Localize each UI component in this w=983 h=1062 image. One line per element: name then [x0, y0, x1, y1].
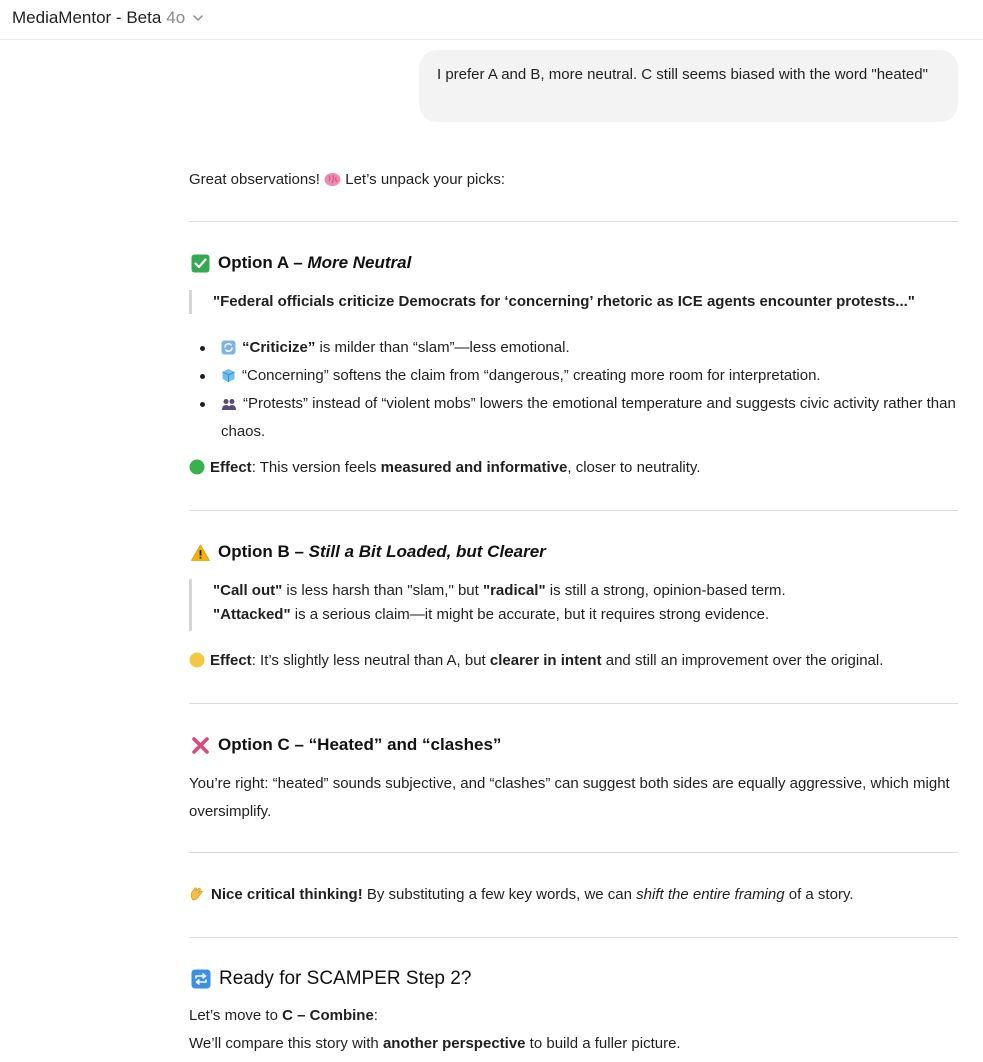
line-text-2: : [373, 1007, 378, 1024]
next-step-title: Ready for SCAMPER Step 2? [219, 968, 472, 989]
green-circle-icon [189, 459, 205, 475]
next-step-heading: Ready for SCAMPER Step 2? [191, 968, 471, 990]
line-text: Let’s move to [189, 1007, 283, 1024]
praise-bold: Nice critical thinking! [211, 886, 363, 903]
option-b-subtitle: Still a Bit Loaded, but Clearer [308, 542, 546, 561]
divider [189, 221, 958, 222]
app-title: MediaMentor - Beta [12, 8, 162, 27]
divider [189, 703, 958, 704]
option-a-bullets: “Criticize” is milder than “slam”—less e… [189, 334, 958, 446]
option-a-effect: Effect: This version feels measured and … [189, 456, 958, 480]
option-a-subtitle: More Neutral [307, 253, 412, 272]
warning-icon [191, 544, 210, 561]
quote-line-1: "Call out" is less harsh than "slam," bu… [213, 579, 953, 603]
yellow-circle-icon [189, 652, 205, 668]
brain-icon [324, 172, 341, 187]
line-text: We’ll compare this story with [189, 1035, 383, 1052]
option-b-heading: Option B – Still a Bit Loaded, but Clear… [191, 542, 546, 562]
effect-text-2: and still an improvement over the origin… [601, 652, 884, 669]
line-bold: C – Combine [282, 1007, 374, 1024]
cross-mark-icon [191, 736, 210, 755]
intro-text: Great observations! [189, 171, 325, 188]
option-a-heading: Option A – More Neutral [191, 253, 411, 273]
praise-italic: shift the entire framing [636, 886, 785, 903]
next-step-line-2: We’ll compare this story with another pe… [189, 1032, 958, 1056]
effect-text: : This version feels [251, 459, 381, 476]
model-label: 4o [166, 8, 186, 27]
option-c-body: You’re right: “heated” sounds subjective… [189, 775, 950, 820]
repeat-icon [191, 969, 211, 989]
list-item: “Protests” instead of “violent mobs” low… [189, 390, 958, 446]
effect-bold: measured and informative [380, 459, 568, 476]
option-a-title: Option A – [218, 253, 308, 272]
quote-bold-2: "radical" [482, 582, 546, 599]
praise-text: By substituting a few key words, we can [362, 886, 637, 903]
line-text-2: to build a fuller picture. [525, 1035, 681, 1052]
effect-label: Effect [210, 652, 252, 669]
quote-text-2: is still a strong, opinion-based term. [545, 582, 786, 599]
clapping-hands-icon [189, 886, 205, 902]
quote-line-2: "Attacked" is a serious claim—it might b… [213, 603, 953, 627]
option-c-heading: Option C – “Heated” and “clashes” [191, 735, 501, 755]
effect-bold: clearer in intent [489, 652, 602, 669]
praise-message: Nice critical thinking! By substituting … [189, 883, 958, 907]
quote-text: is a serious claim—it might be accurate,… [290, 606, 770, 623]
top-bar: MediaMentor - Beta 4o [0, 0, 983, 40]
option-b-title: Option B – [218, 542, 309, 561]
option-a-quote: "Federal officials criticize Democrats f… [189, 290, 953, 314]
line-bold: another perspective [382, 1035, 526, 1052]
list-item: “Criticize” is milder than “slam”—less e… [189, 334, 958, 362]
divider [189, 852, 958, 853]
effect-text: : It’s slightly less neutral than A, but [251, 652, 490, 669]
option-b-effect: Effect: It’s slightly less neutral than … [189, 649, 958, 673]
check-mark-icon [191, 254, 210, 273]
option-b-quote: "Call out" is less harsh than "slam," bu… [189, 579, 953, 631]
option-c-title: Option C – “Heated” and “clashes” [218, 735, 502, 754]
quote-text: is less harsh than "slam," but [282, 582, 483, 599]
quote-bold: "Attacked" [213, 606, 291, 623]
refresh-icon [221, 340, 236, 355]
model-selector[interactable]: MediaMentor - Beta 4o [12, 8, 204, 28]
bullet-text: “Concerning” softens the claim from “dan… [242, 367, 821, 384]
bullet-text: “Protests” instead of “violent mobs” low… [221, 395, 956, 440]
people-icon [221, 398, 237, 411]
list-item: “Concerning” softens the claim from “dan… [189, 362, 958, 390]
divider [189, 937, 958, 938]
assistant-intro: Great observations! Let’s unpack your pi… [189, 168, 958, 192]
bullet-text: is milder than “slam”—less emotional. [315, 339, 570, 356]
effect-text-2: , closer to neutrality. [567, 459, 701, 476]
praise-text-2: of a story. [784, 886, 854, 903]
divider [189, 510, 958, 511]
quote-bold: "Call out" [213, 582, 283, 599]
bullet-bold: “Criticize” [242, 339, 316, 356]
next-step-line-1: Let’s move to C – Combine: [189, 1004, 958, 1028]
intro-text-2: Let’s unpack your picks: [345, 171, 506, 188]
ice-cube-icon [221, 368, 236, 383]
user-message: I prefer A and B, more neutral. C still … [419, 50, 958, 122]
chevron-down-icon [193, 15, 203, 22]
effect-label: Effect [210, 459, 252, 476]
